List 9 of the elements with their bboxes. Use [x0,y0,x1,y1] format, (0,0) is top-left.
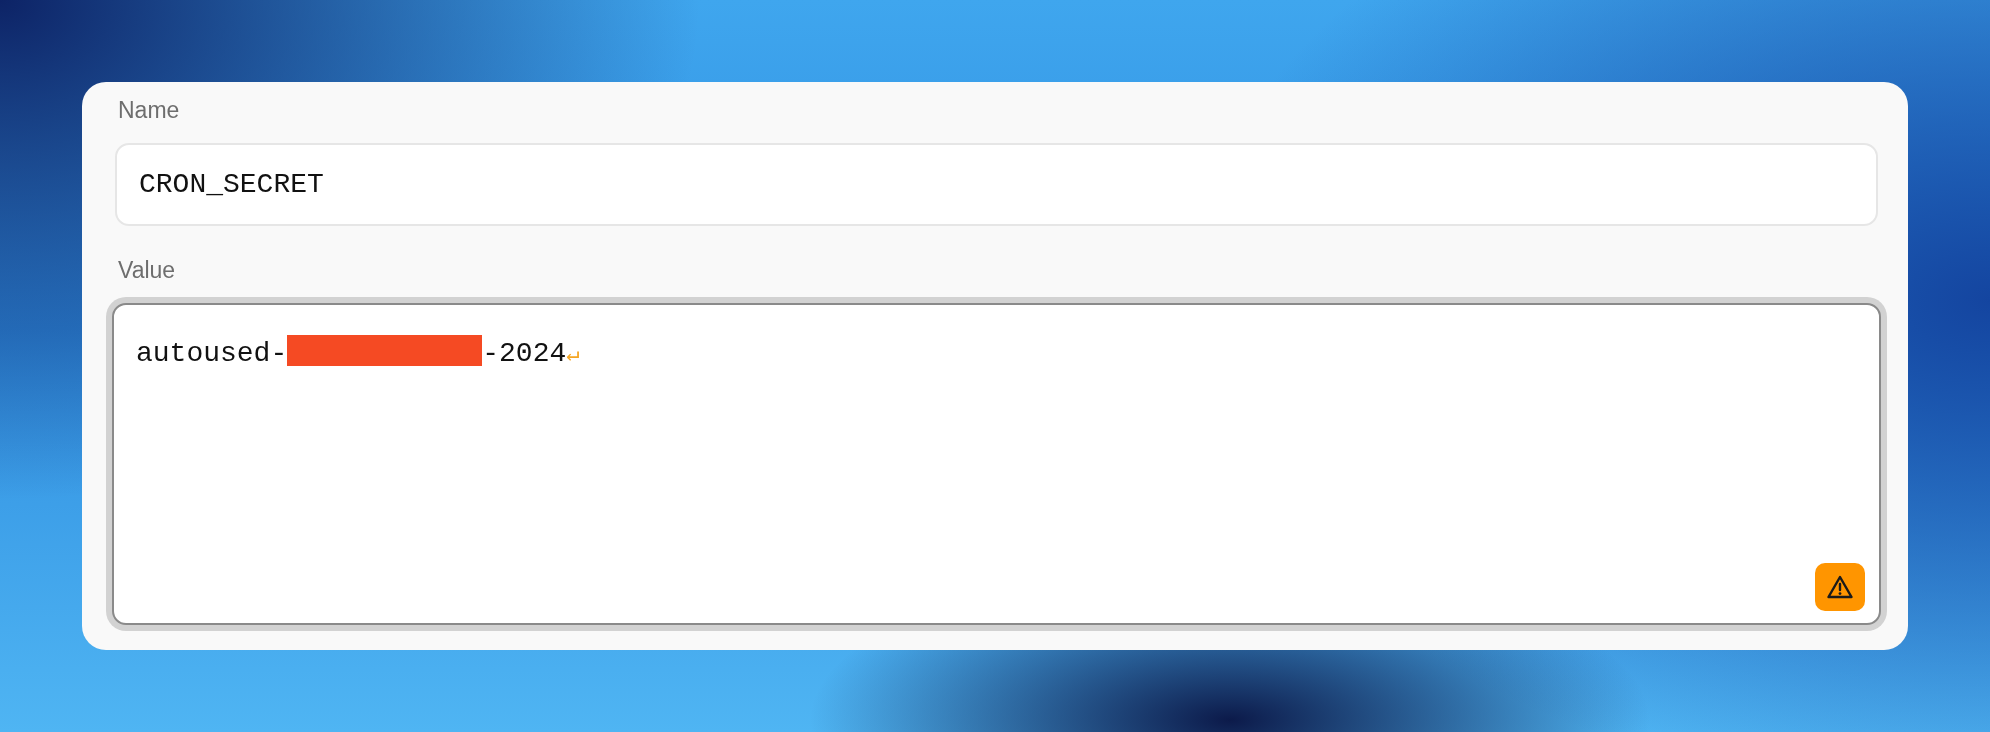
name-input[interactable]: CRON_SECRET [115,143,1878,226]
newline-marker: ↵ [566,343,580,368]
field-text: -2024 [482,338,567,369]
field-label: Value [118,256,177,284]
warning-icon [1827,575,1853,599]
field-label: Name [118,96,181,124]
field-text: autoused- [136,338,288,369]
warning-button[interactable] [1815,563,1865,611]
field-text: CRON_SECRET [139,169,324,200]
